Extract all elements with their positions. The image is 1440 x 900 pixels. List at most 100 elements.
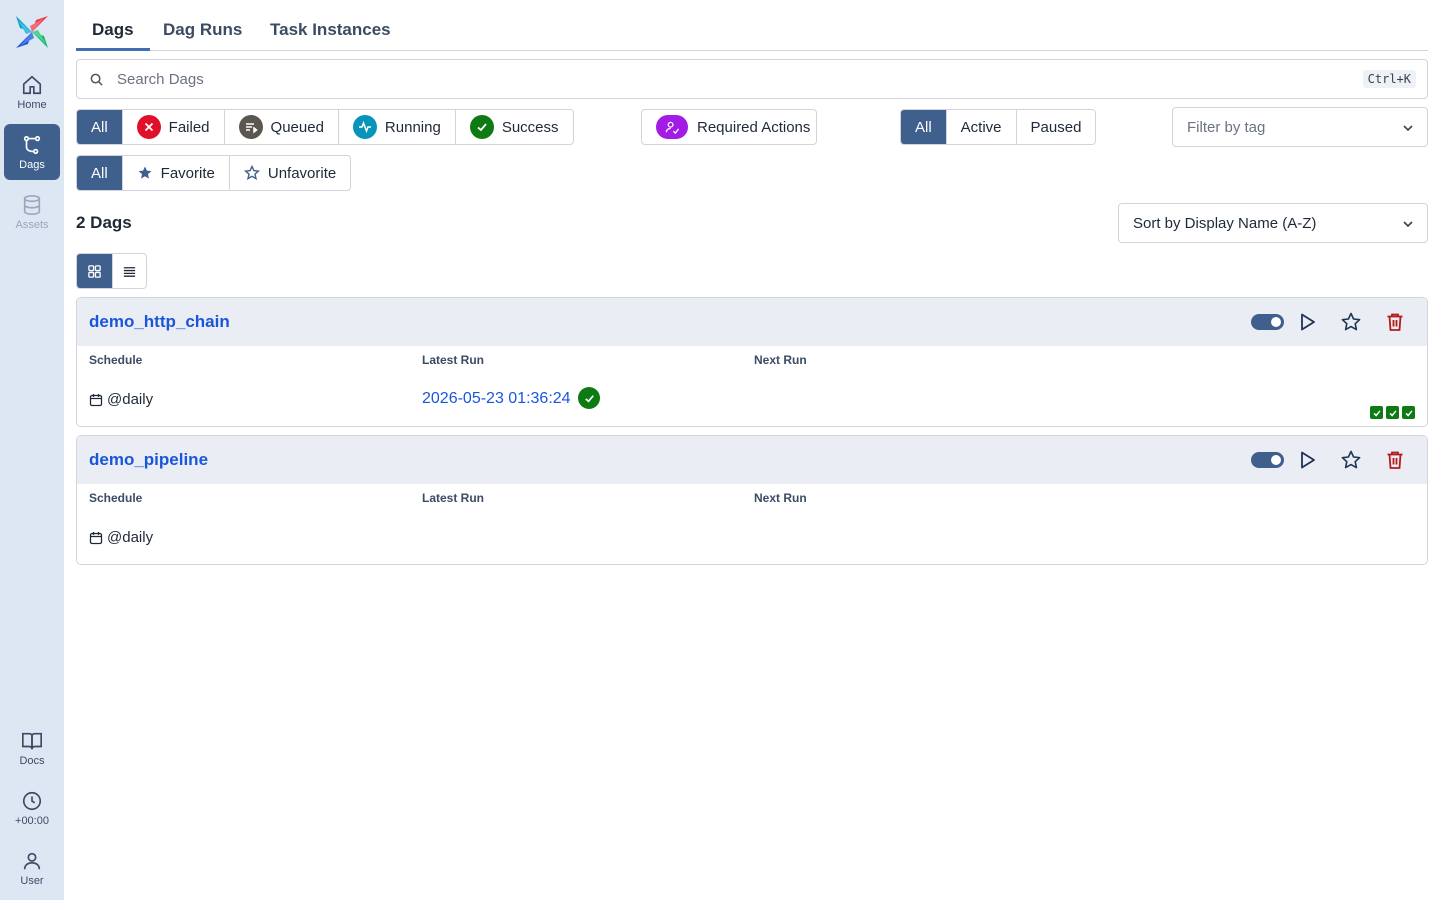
- latest-run-column-label: Latest Run: [422, 491, 485, 505]
- queue-list-icon: [238, 115, 263, 139]
- recent-run-success-icon[interactable]: [1370, 406, 1383, 419]
- tag-filter-placeholder: Filter by tag: [1187, 118, 1266, 136]
- sidebar-item-assets[interactable]: Assets: [4, 184, 60, 240]
- filter-label: All: [91, 118, 108, 136]
- sidebar-item-label: Home: [17, 98, 47, 111]
- recent-run-success-icon[interactable]: [1402, 406, 1415, 419]
- sidebar: Home Dags Assets Docs +00:00 User: [0, 0, 64, 900]
- sidebar-item-label: Docs: [19, 754, 45, 767]
- play-icon[interactable]: [1296, 311, 1318, 333]
- activity-icon: [352, 115, 377, 139]
- required-actions-label: Required Actions: [697, 118, 811, 136]
- dag-card-header: demo_pipeline: [77, 436, 1427, 484]
- sidebar-item-label: Assets: [15, 218, 49, 231]
- card-view-button[interactable]: [77, 254, 112, 288]
- sidebar-item-user[interactable]: User: [4, 840, 60, 896]
- schedule-column-label: Schedule: [89, 491, 143, 505]
- tab-bar: Dags Dag Runs Task Instances: [76, 0, 1428, 51]
- recent-run-success-icon[interactable]: [1386, 406, 1399, 419]
- home-icon: [22, 75, 42, 94]
- sidebar-item-label: User: [20, 874, 44, 887]
- tag-filter-select[interactable]: Filter by tag: [1172, 107, 1428, 147]
- calendar-icon: [89, 393, 103, 406]
- state-filter-running[interactable]: Running: [337, 110, 455, 144]
- user-icon: [23, 852, 41, 869]
- dag-card-header: demo_http_chain: [77, 298, 1427, 346]
- schedule-text: @daily: [107, 391, 154, 408]
- play-icon[interactable]: [1296, 449, 1318, 471]
- clock-icon: [22, 791, 42, 810]
- sidebar-item-dags[interactable]: Dags: [4, 124, 60, 180]
- trash-icon[interactable]: [1384, 311, 1406, 333]
- schedule-value: @daily: [89, 391, 153, 408]
- filter-label: Favorite: [160, 164, 215, 182]
- next-run-column-label: Next Run: [754, 491, 807, 505]
- active-filter-paused[interactable]: Paused: [1015, 110, 1096, 144]
- filter-label: Failed: [168, 118, 210, 136]
- state-filter-queued[interactable]: Queued: [223, 110, 338, 144]
- sort-label: Sort by Display Name (A-Z): [1133, 214, 1317, 232]
- schedule-column-label: Schedule: [89, 353, 143, 367]
- chevron-down-icon: [1403, 221, 1413, 228]
- active-filter-group: All Active Paused: [900, 109, 1097, 145]
- sidebar-item-label: Dags: [19, 158, 45, 171]
- dag-name-link[interactable]: demo_http_chain: [89, 312, 230, 332]
- schedule-text: @daily: [107, 529, 154, 546]
- search-input[interactable]: [117, 68, 1317, 90]
- table-view-button[interactable]: [111, 254, 147, 288]
- active-filter-all[interactable]: All: [901, 110, 946, 144]
- filter-label: Success: [501, 118, 559, 136]
- required-actions-button[interactable]: Required Actions: [641, 109, 817, 145]
- tab-dag-runs[interactable]: Dag Runs: [147, 20, 258, 51]
- success-check-icon: [578, 387, 600, 409]
- grid-icon: [87, 264, 101, 278]
- pause-toggle[interactable]: [1251, 314, 1284, 330]
- filter-label: Unfavorite: [267, 164, 337, 182]
- search-shortcut: Ctrl+K: [1362, 70, 1416, 88]
- favorite-filter-favorite[interactable]: Favorite: [121, 156, 229, 190]
- x-circle-icon: [136, 115, 161, 139]
- filter-label: Queued: [270, 118, 324, 136]
- schedule-value: @daily: [89, 529, 153, 546]
- view-toggle: [76, 253, 147, 289]
- active-filter-active[interactable]: Active: [945, 110, 1016, 144]
- tab-dags[interactable]: Dags: [76, 20, 150, 51]
- latest-run-column-label: Latest Run: [422, 353, 485, 367]
- sort-select[interactable]: Sort by Display Name (A-Z): [1118, 203, 1428, 243]
- state-filter-success[interactable]: Success: [454, 110, 573, 144]
- calendar-icon: [89, 531, 103, 544]
- state-filter-group: All Failed Queued Running Success: [76, 109, 574, 145]
- search-icon: [90, 73, 103, 86]
- dag-count: 2 Dags: [76, 213, 132, 232]
- sidebar-item-docs[interactable]: Docs: [4, 720, 60, 776]
- star-outline-icon: [243, 165, 260, 180]
- search-bar: Ctrl+K: [76, 59, 1428, 99]
- sidebar-item-timezone[interactable]: +00:00: [4, 780, 60, 836]
- sidebar-item-label: +00:00: [15, 814, 49, 827]
- filter-label: Running: [384, 118, 441, 136]
- favorite-filter-all[interactable]: All: [77, 156, 122, 190]
- app: Home Dags Assets Docs +00:00 User Dags D…: [0, 0, 1440, 900]
- sidebar-item-home[interactable]: Home: [4, 64, 60, 120]
- chevron-down-icon: [1403, 125, 1413, 132]
- check-circle-icon: [469, 115, 494, 139]
- trash-icon[interactable]: [1384, 449, 1406, 471]
- state-filter-failed[interactable]: Failed: [121, 110, 224, 144]
- database-icon: [23, 194, 41, 215]
- state-filter-all[interactable]: All: [77, 110, 122, 144]
- favorite-filter-unfavorite[interactable]: Unfavorite: [228, 156, 350, 190]
- star-outline-icon[interactable]: [1340, 311, 1362, 333]
- dag-card: demo_http_chain Schedule Latest Run Next…: [76, 297, 1428, 427]
- tab-task-instances[interactable]: Task Instances: [254, 20, 407, 51]
- latest-run-link[interactable]: 2026-05-23 01:36:24: [422, 390, 571, 408]
- airflow-logo[interactable]: [14, 14, 50, 50]
- list-icon: [123, 266, 135, 277]
- user-check-icon: [656, 115, 688, 139]
- filter-label: All: [91, 164, 108, 182]
- favorite-filter-group: All Favorite Unfavorite: [76, 155, 352, 191]
- next-run-column-label: Next Run: [754, 353, 807, 367]
- dag-name-link[interactable]: demo_pipeline: [89, 450, 208, 470]
- pause-toggle[interactable]: [1251, 452, 1284, 468]
- dag-card: demo_pipeline Schedule Latest Run Next R…: [76, 435, 1428, 565]
- star-outline-icon[interactable]: [1340, 449, 1362, 471]
